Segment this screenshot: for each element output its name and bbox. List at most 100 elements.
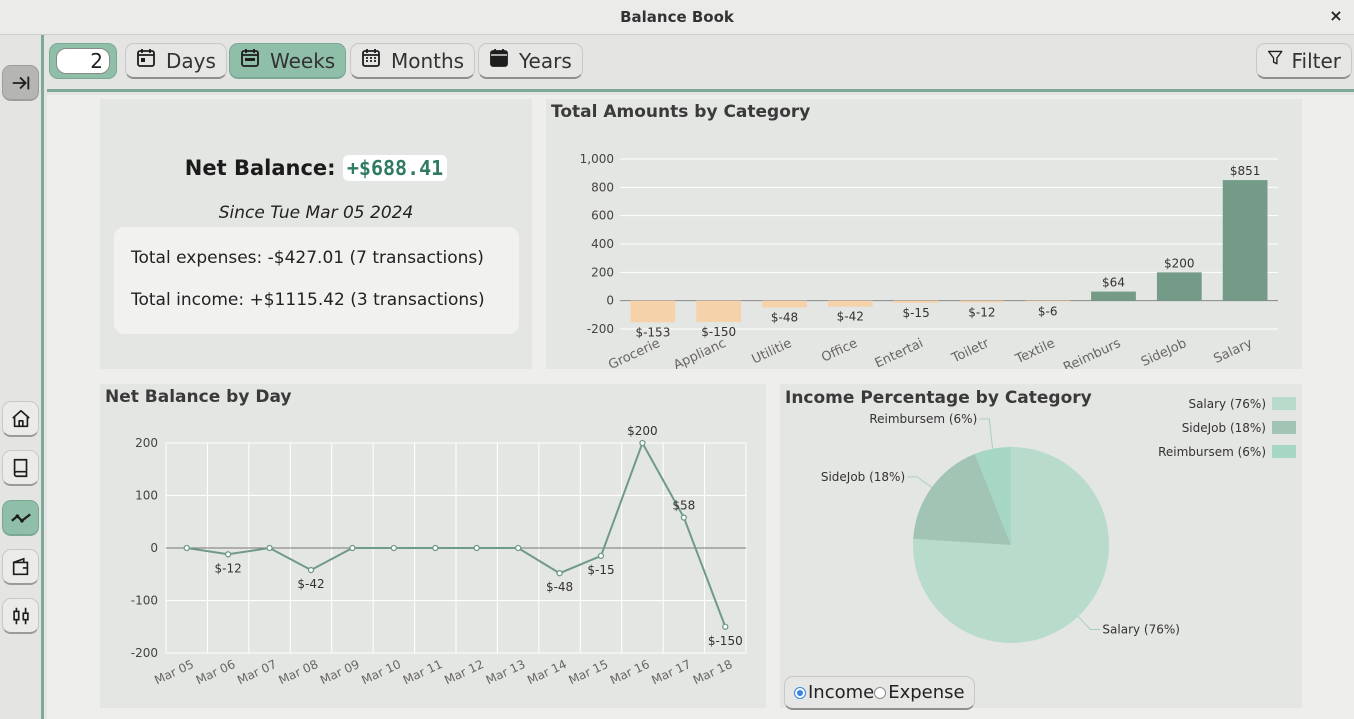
bar-ytick-label: 400 (591, 237, 614, 251)
line-point (390, 544, 398, 552)
line-point-label: $-12 (215, 561, 242, 575)
line-point-label: $-150 (708, 634, 743, 648)
line-xtick-label: Mar 06 (194, 657, 238, 687)
days-label: Days (166, 48, 216, 73)
income-radio-dot (794, 686, 806, 699)
line-ytick-label: 200 (135, 436, 158, 450)
line-point (349, 544, 356, 552)
line-xtick-label: Mar 17 (649, 657, 693, 687)
line-xtick-label: Mar 14 (525, 657, 569, 687)
bar-value-label: $-12 (968, 305, 995, 319)
bar-value-label: $200 (1164, 256, 1195, 270)
years-label: Years (519, 48, 572, 73)
sidebar (0, 35, 44, 719)
period-count-input[interactable] (56, 48, 110, 74)
bar-ytick-label: 800 (591, 180, 614, 194)
sidebar-item-home[interactable] (2, 401, 39, 437)
filter-label: Filter (1291, 48, 1341, 73)
bar-category-label: Salary (1211, 336, 1255, 367)
sidebar-item-wallet[interactable] (2, 549, 39, 585)
expense-radio-dot (874, 686, 887, 699)
bar-applianc (696, 300, 742, 322)
line-xtick-label: Mar 07 (235, 657, 279, 687)
line-point-label: $-42 (297, 577, 324, 591)
days-button[interactable]: Days (125, 43, 227, 79)
line-xtick-label: Mar 13 (484, 657, 528, 687)
line-chart-panel: Net Balance by Day -200 -100 0 100 200 Mar 05… (100, 384, 766, 708)
bar-salary (1222, 180, 1268, 301)
line-point (722, 623, 729, 630)
sidebar-item-trends[interactable] (2, 500, 39, 536)
line-xtick-label: Mar 10 (359, 657, 403, 687)
dashboard-content: Net Balance: +$688.41 Since Tue Mar 05 2… (47, 95, 1354, 719)
line-xtick-label: Mar 05 (152, 657, 196, 687)
income-radio-label: Income (808, 682, 875, 703)
calendar-day-icon (137, 48, 155, 67)
bar-value-label: $-6 (1038, 305, 1058, 319)
weeks-label: Weeks (270, 48, 336, 73)
bar-category-label: Entertai (873, 336, 926, 369)
bar-utilitie (762, 300, 807, 308)
income-radio[interactable]: Income (794, 682, 874, 703)
line-ytick-label: 0 (150, 541, 158, 555)
collapse-sidebar-icon (12, 76, 29, 89)
period-count-spinner[interactable] (49, 43, 117, 79)
line-xtick-label: Mar 16 (608, 657, 652, 687)
bar-chart-panel: Total Amounts by Category -200 0 200 400 600… (546, 99, 1302, 369)
pie-slice-label: Reimbursem (6%) (869, 412, 977, 426)
candlestick-icon (12, 607, 29, 624)
collapse-sidebar-button[interactable] (2, 65, 39, 101)
weeks-button[interactable]: Weeks (229, 43, 347, 79)
pie-leader-line (1077, 616, 1101, 631)
line-xtick-label: Mar 09 (318, 657, 362, 687)
years-button[interactable]: Years (478, 43, 583, 79)
line-chart: -200 -100 0 100 200 Mar 05 $-12 Mar 06Mar 07 $-4… (131, 424, 747, 687)
line-ytick-label: -200 (131, 646, 158, 660)
sidebar-item-candles[interactable] (2, 598, 39, 634)
bar-category-label: Textile (1013, 336, 1058, 368)
title-bar: Balance Book × (0, 0, 1354, 35)
filter-button[interactable]: Filter (1256, 43, 1352, 79)
line-point (473, 544, 480, 552)
bar-grocerie (630, 300, 676, 323)
since-date: Since Tue Mar 05 2024 (218, 203, 414, 223)
bar-office (827, 300, 873, 307)
bar-value-label: $64 (1102, 276, 1125, 290)
expense-radio[interactable]: Expense (874, 682, 965, 703)
bar-ytick-label: 0 (606, 294, 614, 308)
bar-category-label: Utilitie (750, 336, 795, 367)
line-point-label: $-48 (546, 580, 573, 594)
sidebar-item-book[interactable] (2, 450, 39, 486)
pie-slice-label: SideJob (18%) (821, 470, 905, 484)
pie-legend-label: Reimbursem (6%) (1158, 445, 1266, 459)
months-label: Months (391, 48, 465, 73)
calendar-week-icon (241, 48, 259, 67)
pie-slice-label: Salary (76%) (1102, 623, 1180, 637)
bar-category-label: Reimburs (1061, 336, 1123, 369)
bar-ytick-label: 1,000 (580, 152, 614, 166)
bar-value-label: $-42 (837, 310, 864, 324)
line-point (307, 566, 315, 574)
line-point (432, 544, 439, 552)
bar-entertai (893, 300, 939, 303)
pie-legend-swatch (1272, 421, 1296, 434)
bar-category-label: SideJob (1139, 336, 1189, 369)
pie-legend-label: SideJob (18%) (1182, 421, 1266, 435)
bar-category-label: Office (819, 336, 860, 366)
line-point (266, 544, 273, 552)
months-button[interactable]: Months (350, 43, 476, 79)
pie-chart: Salary (76%) SideJob (18%) Reimbursem (6%)… (821, 397, 1296, 643)
pie-leader-line (979, 418, 994, 449)
bar-value-label: $-48 (771, 310, 798, 324)
line-xtick-label: Mar 12 (442, 657, 486, 687)
bar-ytick-label: -200 (587, 322, 614, 336)
total-expenses: Total expenses: -$427.01 (7 transactions… (131, 248, 484, 268)
line-ytick-label: -100 (131, 594, 158, 608)
toolbar: Days Weeks Months Years Filter (47, 35, 1354, 92)
wallet-icon (12, 557, 28, 575)
bar-value-label: $-15 (902, 306, 929, 320)
filter-icon (1267, 50, 1283, 64)
totals-box: Total expenses: -$427.01 (7 transactions… (114, 227, 519, 334)
calendar-year-icon (490, 48, 508, 67)
close-icon[interactable]: × (1326, 5, 1346, 27)
